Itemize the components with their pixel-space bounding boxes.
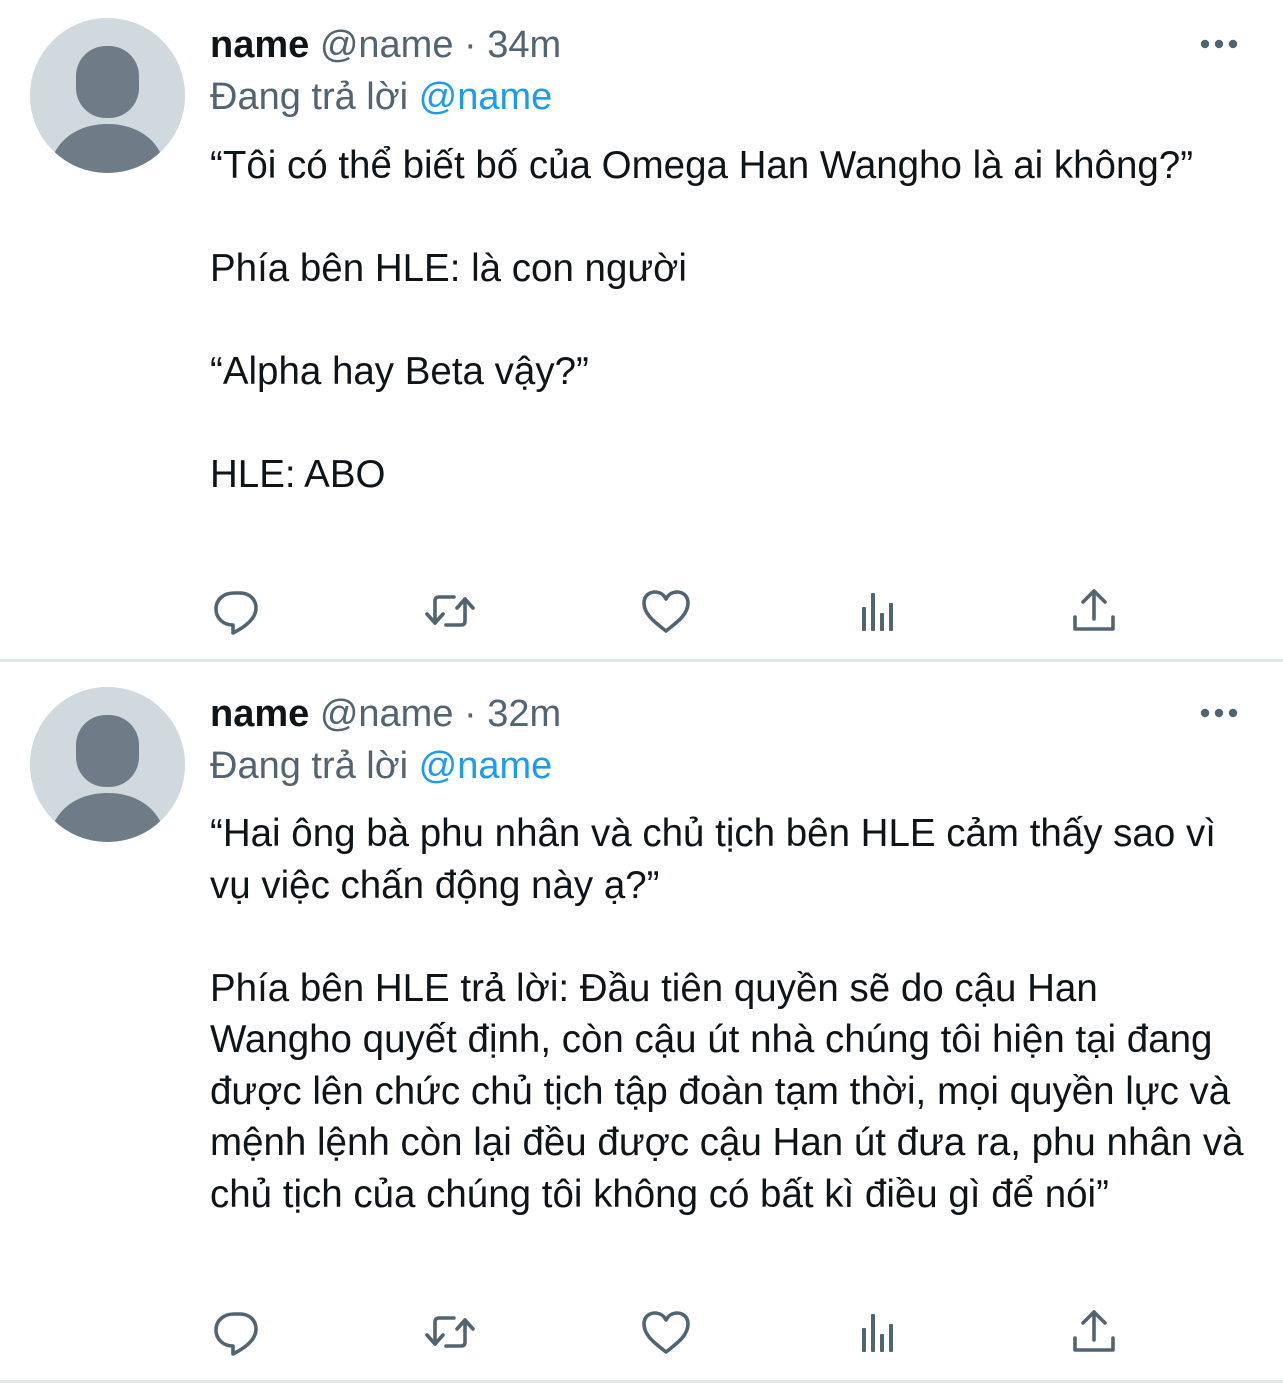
tweet-text: “Hai ông bà phu nhân và chủ tịch bên HLE…	[210, 808, 1250, 1220]
tweet-header: name @name · 34m	[210, 20, 561, 70]
tweet-paragraph: HLE: ABO	[210, 453, 386, 496]
tweet-paragraph: Phía bên HLE trả lời: Đầu tiên quyền sẽ …	[210, 966, 1244, 1216]
separator: ·	[453, 693, 488, 735]
analytics-icon[interactable]	[852, 1304, 908, 1360]
tweet-header: name @name · 32m	[210, 689, 561, 739]
default-avatar-icon	[30, 18, 185, 173]
reply-icon[interactable]	[210, 583, 266, 639]
replying-to-label: Đang trả lời	[210, 745, 419, 787]
like-icon[interactable]	[638, 1304, 694, 1360]
share-icon[interactable]	[1066, 583, 1122, 639]
retweet-icon[interactable]	[422, 1304, 478, 1360]
default-avatar-icon	[30, 687, 185, 842]
tweet-actions	[210, 583, 1130, 639]
retweet-icon[interactable]	[422, 583, 478, 639]
like-icon[interactable]	[638, 583, 694, 639]
display-name[interactable]: name	[210, 693, 309, 735]
tweet[interactable]: name @name · 32m Đang trả lời @name “Hai…	[0, 662, 1283, 1383]
display-name[interactable]: name	[210, 24, 309, 66]
handle[interactable]: @name	[320, 693, 454, 735]
tweet-paragraph: Phía bên HLE: là con người	[210, 247, 687, 290]
replying-to: Đang trả lời @name	[210, 741, 552, 791]
more-options-icon[interactable]	[1199, 34, 1239, 54]
tweet[interactable]: name @name · 34m Đang trả lời @name “Tôi…	[0, 0, 1283, 662]
share-icon[interactable]	[1066, 1304, 1122, 1360]
more-options-icon[interactable]	[1199, 703, 1239, 723]
avatar[interactable]	[30, 687, 185, 842]
avatar[interactable]	[30, 18, 185, 173]
replying-to-label: Đang trả lời	[210, 76, 419, 118]
timestamp[interactable]: 34m	[487, 24, 561, 66]
separator: ·	[453, 24, 488, 66]
reply-icon[interactable]	[210, 1304, 266, 1360]
replying-to-mention[interactable]: @name	[419, 76, 553, 118]
tweet-actions	[210, 1304, 1130, 1360]
tweet-paragraph: “Tôi có thể biết bố của Omega Han Wangho…	[210, 144, 1194, 187]
timestamp[interactable]: 32m	[487, 693, 561, 735]
tweet-paragraph: “Alpha hay Beta vậy?”	[210, 350, 589, 393]
tweet-paragraph: “Hai ông bà phu nhân và chủ tịch bên HLE…	[210, 812, 1216, 907]
tweet-text: “Tôi có thể biết bố của Omega Han Wangho…	[210, 140, 1250, 501]
replying-to-mention[interactable]: @name	[419, 745, 553, 787]
analytics-icon[interactable]	[852, 583, 908, 639]
handle[interactable]: @name	[320, 24, 454, 66]
replying-to: Đang trả lời @name	[210, 72, 552, 122]
